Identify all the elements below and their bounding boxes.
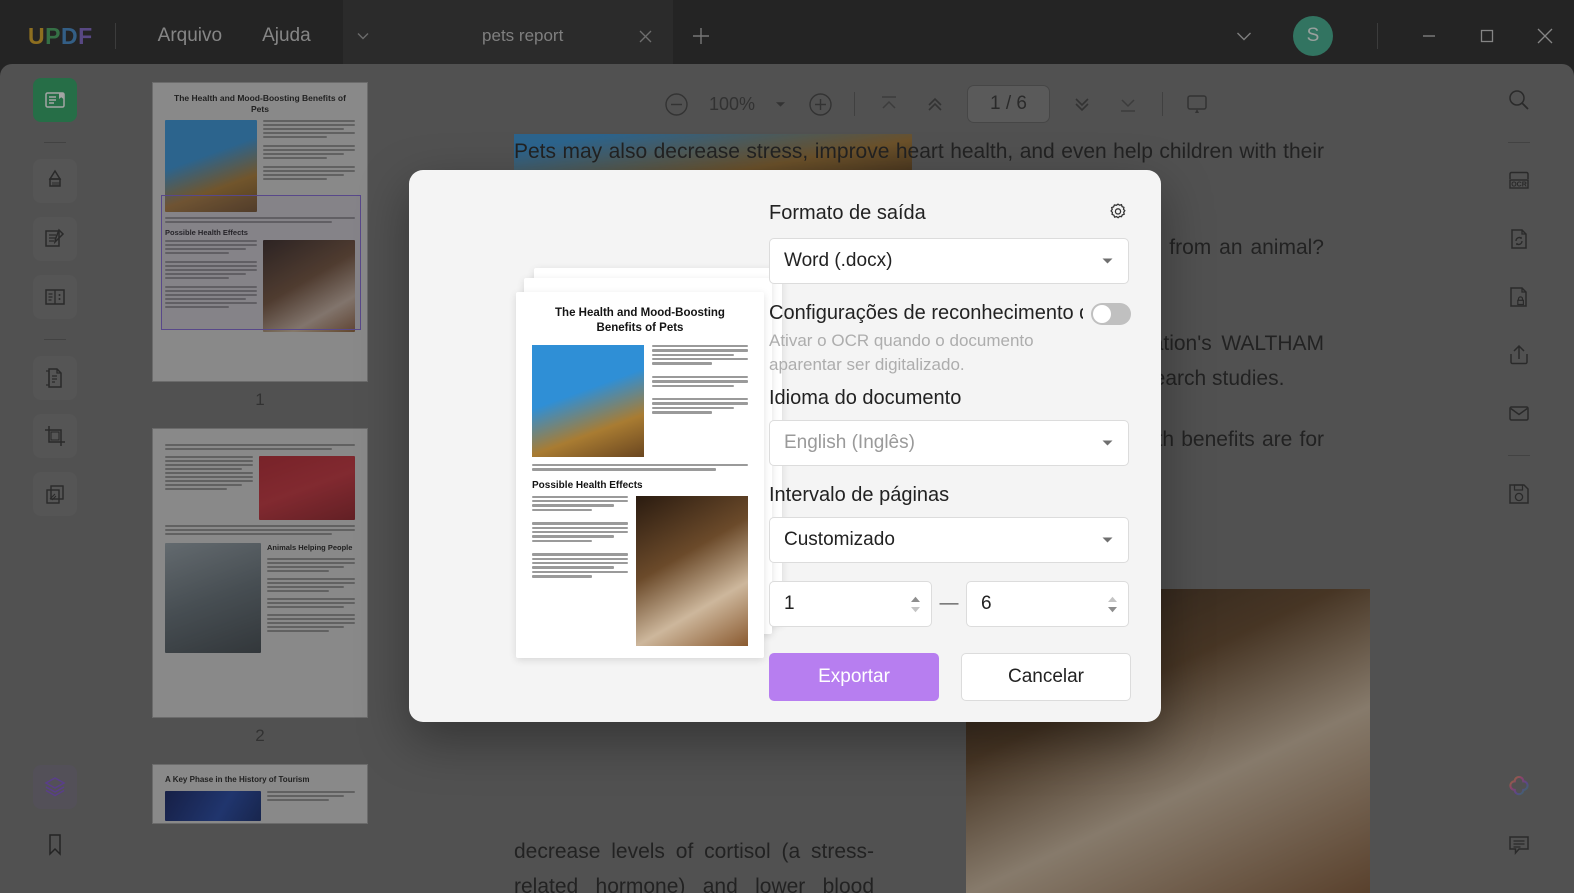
preview-row-2 bbox=[532, 496, 748, 646]
chevron-down-icon bbox=[1101, 536, 1114, 544]
updf-application-window: U P D F Arquivo Ajuda pets report bbox=[0, 0, 1574, 893]
preview-row-1 bbox=[532, 345, 748, 457]
ocr-toggle[interactable] bbox=[1091, 303, 1131, 325]
page-stack-preview: The Health and Mood-Boosting Benefits of… bbox=[464, 260, 714, 632]
page-range-value: Customizado bbox=[784, 529, 1101, 551]
preview-subheading: Possible Health Effects bbox=[532, 480, 748, 491]
export-dialog: The Health and Mood-Boosting Benefits of… bbox=[409, 170, 1161, 722]
dialog-actions: Exportar Cancelar bbox=[769, 653, 1131, 701]
cancel-button[interactable]: Cancelar bbox=[961, 653, 1131, 701]
export-settings-pane: Formato de saída Word (.docx) Configuraç… bbox=[769, 170, 1161, 722]
caret-down-icon[interactable] bbox=[910, 606, 921, 613]
language-value: English (Inglês) bbox=[784, 432, 1101, 454]
preview-sheet-front: The Health and Mood-Boosting Benefits of… bbox=[516, 292, 764, 658]
page-range-label: Intervalo de páginas bbox=[769, 484, 1131, 507]
range-from-stepper[interactable]: 1 bbox=[769, 581, 932, 627]
preview-title: The Health and Mood-Boosting Benefits of… bbox=[532, 306, 748, 336]
range-to-value: 6 bbox=[981, 593, 1107, 615]
settings-button[interactable] bbox=[1105, 200, 1131, 226]
caret-up-icon[interactable] bbox=[1107, 596, 1118, 603]
preview-dog-image bbox=[636, 496, 748, 646]
chevron-down-icon bbox=[1101, 439, 1114, 447]
ocr-hint-text: Ativar o OCR quando o documento aparenta… bbox=[769, 329, 1109, 377]
preview-lines-1 bbox=[652, 345, 748, 457]
output-format-label: Formato de saída bbox=[769, 202, 926, 225]
range-separator: — bbox=[932, 593, 966, 615]
chevron-down-icon bbox=[1101, 257, 1114, 265]
output-format-select[interactable]: Word (.docx) bbox=[769, 238, 1129, 284]
export-button[interactable]: Exportar bbox=[769, 653, 939, 701]
language-label: Idioma do documento bbox=[769, 387, 1131, 410]
ocr-settings-row: Configurações de reconhecimento de t... bbox=[769, 302, 1131, 325]
output-format-header: Formato de saída bbox=[769, 200, 1131, 226]
preview-lines-2 bbox=[532, 496, 628, 646]
preview-caption-lines bbox=[532, 464, 748, 471]
range-to-stepper[interactable]: 6 bbox=[966, 581, 1129, 627]
caret-down-icon[interactable] bbox=[1107, 606, 1118, 613]
stepper-arrows-2 bbox=[1107, 596, 1118, 613]
range-from-value: 1 bbox=[784, 593, 910, 615]
stepper-arrows bbox=[910, 596, 921, 613]
output-format-value: Word (.docx) bbox=[784, 250, 1101, 272]
preview-cat-image bbox=[532, 345, 644, 457]
document-preview-pane: The Health and Mood-Boosting Benefits of… bbox=[409, 170, 769, 722]
gear-icon bbox=[1105, 200, 1131, 226]
language-select[interactable]: English (Inglês) bbox=[769, 420, 1129, 466]
ocr-settings-label: Configurações de reconhecimento de t... bbox=[769, 302, 1083, 325]
page-range-inputs: 1 — 6 bbox=[769, 581, 1131, 627]
page-range-select[interactable]: Customizado bbox=[769, 517, 1129, 563]
caret-up-icon[interactable] bbox=[910, 596, 921, 603]
toggle-knob bbox=[1093, 305, 1111, 323]
